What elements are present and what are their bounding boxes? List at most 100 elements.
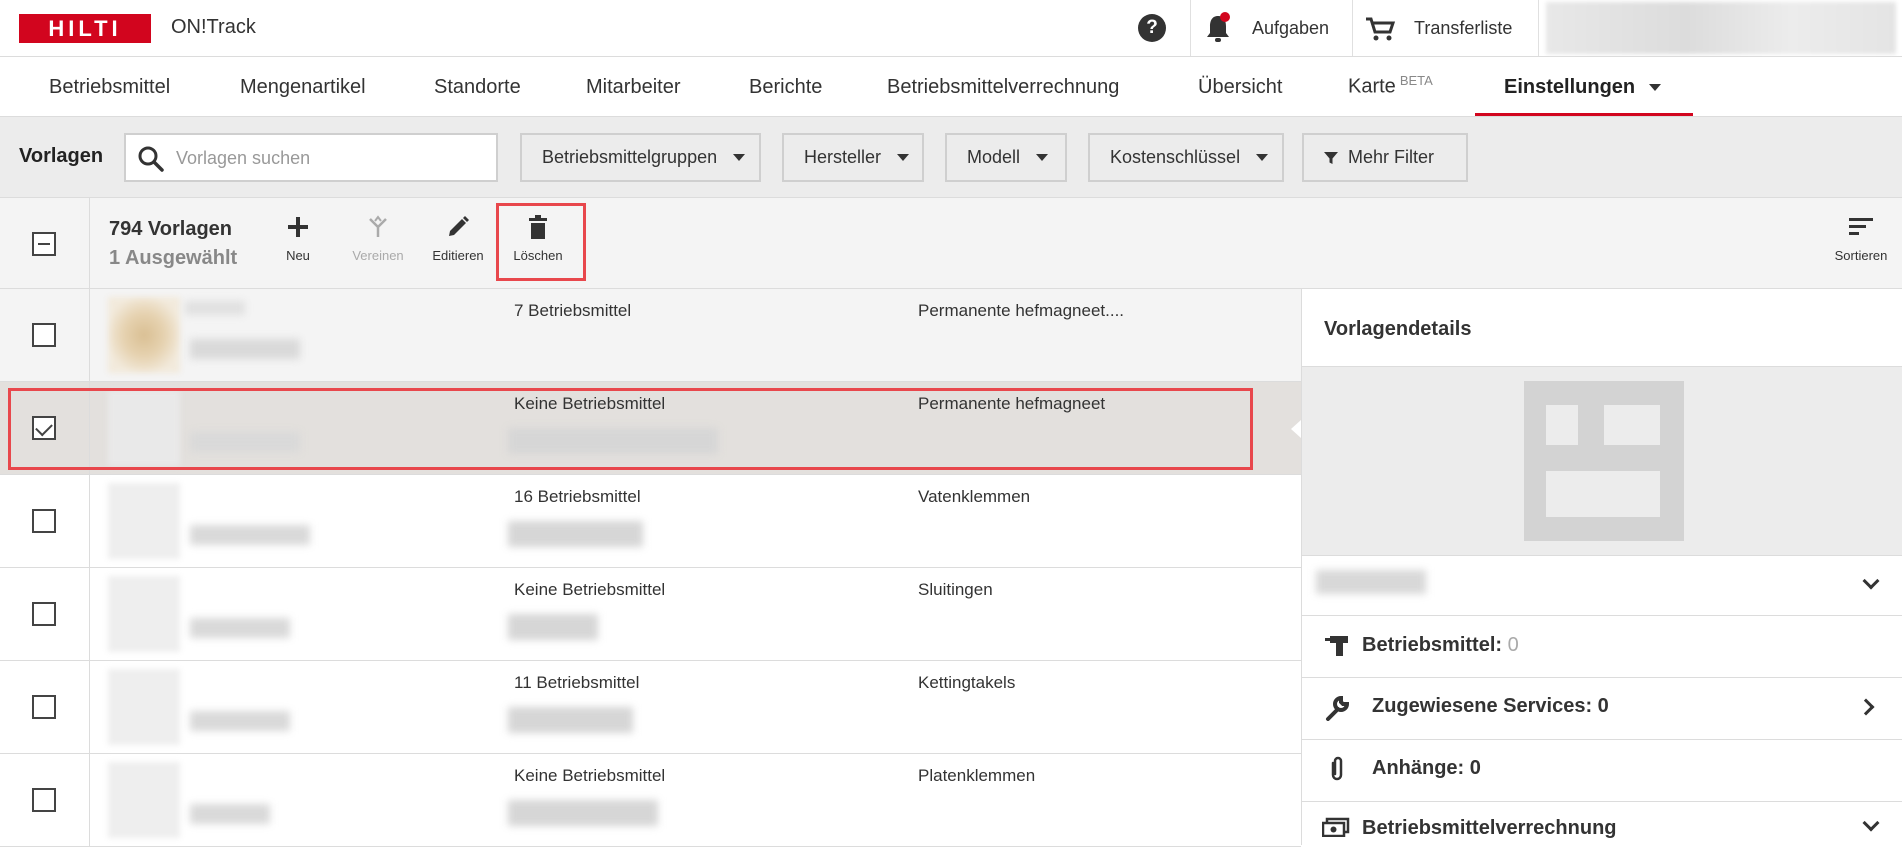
chevron-down-icon	[1036, 154, 1049, 161]
asset-count: 16 Betriebsmittel	[514, 487, 641, 506]
delete-highlight	[496, 203, 586, 281]
nav-karte[interactable]: Karte BETA	[1348, 73, 1433, 99]
chevron-down-icon[interactable]	[1862, 572, 1880, 590]
redacted-text	[190, 711, 290, 731]
help-icon[interactable]: ?	[1138, 14, 1166, 42]
details-attachments: Anhänge: 0	[1372, 757, 1481, 779]
dropdown-label: Betriebsmittelgruppen	[542, 147, 718, 167]
new-button[interactable]: Neu	[263, 212, 333, 263]
table-row[interactable]: 11 Betriebsmittel Kettingtakels	[0, 661, 1301, 754]
transfer-cart-icon[interactable]	[1364, 16, 1396, 42]
table-row[interactable]: Keine Betriebsmittel Sluitingen	[0, 568, 1301, 661]
redacted-text	[508, 614, 598, 640]
row-checkbox[interactable]	[32, 788, 56, 812]
divider	[1302, 801, 1902, 802]
redacted-text	[190, 525, 310, 545]
divider	[89, 754, 90, 846]
filter-hersteller[interactable]: Hersteller	[782, 133, 924, 182]
asset-group: Permanente hefmagneet....	[918, 301, 1125, 320]
chevron-down-icon[interactable]	[1862, 814, 1880, 832]
redacted-text	[185, 301, 245, 315]
drill-icon	[1325, 636, 1348, 656]
selected-count: 1 Ausgewählt	[109, 247, 238, 269]
pencil-icon	[449, 216, 469, 236]
redacted-text	[508, 521, 643, 547]
row-checkbox[interactable]	[32, 602, 56, 626]
notification-dot	[1220, 12, 1230, 22]
assets-value: 0	[1507, 634, 1519, 656]
plus-icon	[288, 217, 308, 237]
chevron-down-icon	[1256, 154, 1269, 161]
template-thumbnail	[108, 669, 180, 745]
filter-kostenschluessel[interactable]: Kostenschlüssel	[1088, 133, 1284, 182]
nav-mitarbeiter[interactable]: Mitarbeiter	[586, 76, 680, 99]
table-row[interactable]: 7 Betriebsmittel Permanente hefmagneet..…	[0, 289, 1301, 382]
app-name: ON!Track	[171, 16, 256, 38]
new-label: Neu	[286, 248, 310, 263]
filter-funnel-icon	[1324, 151, 1338, 164]
nav-einstellungen-label: Einstellungen	[1504, 76, 1636, 98]
selected-row-highlight	[8, 388, 1253, 470]
nav-einstellungen[interactable]: Einstellungen	[1504, 76, 1662, 99]
select-all-checkbox[interactable]	[32, 232, 56, 256]
divider	[89, 661, 90, 753]
user-account-menu[interactable]	[1546, 2, 1896, 54]
nav-betriebsmittelverrechnung[interactable]: Betriebsmittelverrechnung	[887, 76, 1119, 99]
search-box	[124, 133, 498, 182]
nav-karte-label: Karte	[1348, 75, 1396, 98]
details-services[interactable]: Zugewiesene Services: 0	[1372, 695, 1609, 718]
chevron-right-icon[interactable]	[1857, 698, 1875, 716]
sort-label: Sortieren	[1834, 248, 1888, 263]
nav-mengenartikel[interactable]: Mengenartikel	[240, 76, 366, 99]
image-placeholder-icon	[1524, 381, 1684, 541]
row-checkbox[interactable]	[32, 695, 56, 719]
chevron-down-icon	[897, 154, 910, 161]
nav-uebersicht[interactable]: Übersicht	[1198, 76, 1282, 99]
asset-group: Vatenklemmen	[918, 487, 1031, 506]
redacted-text	[508, 800, 658, 826]
table-row[interactable]: Keine Betriebsmittel Platenklemmen	[0, 754, 1301, 847]
template-thumbnail	[108, 297, 180, 373]
dropdown-label: Kostenschlüssel	[1110, 147, 1241, 167]
selection-pointer	[1291, 420, 1301, 438]
redacted-text	[1316, 570, 1426, 594]
page-title: Vorlagen	[19, 145, 104, 167]
transfer-list-link[interactable]: Transferliste	[1414, 18, 1512, 39]
asset-count: Keine Betriebsmittel	[514, 766, 666, 785]
divider	[1190, 0, 1191, 56]
more-filters-button[interactable]: Mehr Filter	[1302, 133, 1468, 182]
edit-button[interactable]: Editieren	[423, 212, 493, 263]
asset-group: Kettingtakels	[918, 673, 1016, 692]
filter-modell[interactable]: Modell	[945, 133, 1067, 182]
nav-standorte[interactable]: Standorte	[434, 76, 521, 99]
redacted-text	[190, 618, 290, 638]
row-checkbox[interactable]	[32, 509, 56, 533]
row-checkbox[interactable]	[32, 323, 56, 347]
notification-bell-icon[interactable]	[1203, 12, 1233, 44]
nav-betriebsmittel[interactable]: Betriebsmittel	[49, 76, 170, 99]
table-row[interactable]: 16 Betriebsmittel Vatenklemmen	[0, 475, 1301, 568]
merge-icon	[369, 215, 387, 237]
tasks-link[interactable]: Aufgaben	[1252, 18, 1329, 39]
merge-button[interactable]: Vereinen	[343, 212, 413, 263]
more-filters-label: Mehr Filter	[1348, 147, 1435, 167]
divider	[89, 568, 90, 660]
filter-betriebsmittelgruppen[interactable]: Betriebsmittelgruppen	[520, 133, 761, 182]
paperclip-icon	[1331, 756, 1343, 781]
divider	[89, 475, 90, 567]
divider	[1302, 739, 1902, 740]
top-bar: HILTI ON!Track ? Aufgaben Transferliste	[0, 0, 1902, 57]
template-thumbnail	[108, 483, 180, 559]
main-nav: Betriebsmittel Mengenartikel Standorte M…	[0, 57, 1902, 117]
search-input[interactable]	[174, 143, 489, 173]
divider	[1302, 555, 1902, 556]
filter-bar: Vorlagen Betriebsmittelgruppen Herstelle…	[0, 117, 1902, 198]
details-billing[interactable]: Betriebsmittelverrechnung	[1362, 817, 1617, 840]
dropdown-label: Modell	[967, 147, 1021, 167]
assets-label: Betriebsmittel:	[1362, 634, 1503, 656]
sort-button[interactable]: Sortieren	[1826, 212, 1896, 263]
nav-berichte[interactable]: Berichte	[749, 76, 822, 99]
divider	[1538, 0, 1539, 56]
hilti-logo[interactable]: HILTI	[19, 14, 151, 43]
divider	[89, 289, 90, 381]
